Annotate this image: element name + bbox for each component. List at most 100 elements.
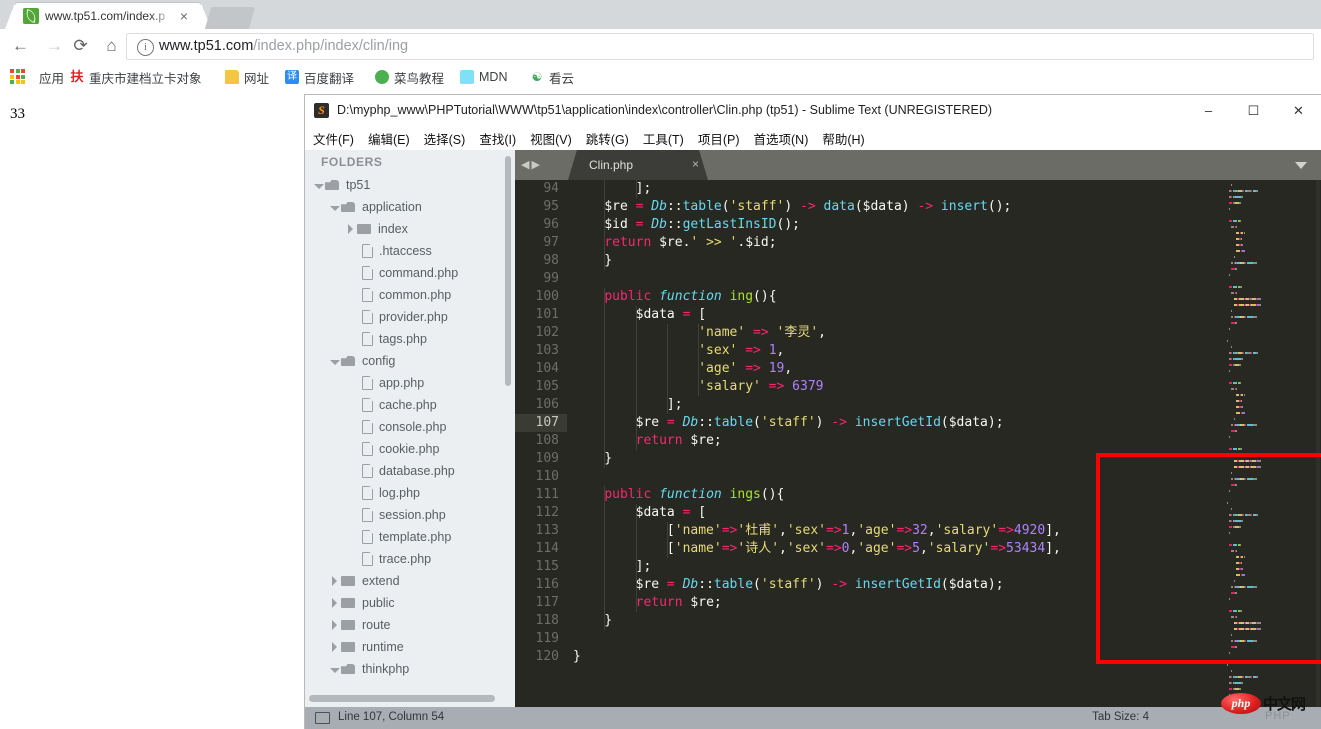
- bookmark-fu[interactable]: 扶重庆市建档立卡对象: [70, 62, 202, 92]
- menu-item-8[interactable]: 首选项(N): [754, 129, 809, 148]
- bookmark-apps[interactable]: 应用: [34, 62, 64, 92]
- chevron-right-icon[interactable]: [329, 597, 340, 609]
- close-icon[interactable]: ✕: [1276, 95, 1321, 126]
- chevron-right-icon[interactable]: [329, 575, 340, 587]
- code-line-96[interactable]: 96 $id = Db::getLastInsID();: [515, 216, 1321, 234]
- chevron-down-icon[interactable]: [1295, 162, 1307, 169]
- code-line-97[interactable]: 97 return $re.' >> '.$id;: [515, 234, 1321, 252]
- menu-item-6[interactable]: 工具(T): [643, 129, 684, 148]
- code-line-95[interactable]: 95 $re = Db::table('staff') -> data($dat…: [515, 198, 1321, 216]
- chevron-down-icon[interactable]: [329, 202, 340, 213]
- sidebar-horizontal-scrollbar[interactable]: [309, 695, 495, 702]
- sidebar-item-command-php[interactable]: command.php: [305, 262, 515, 284]
- chevron-right-icon[interactable]: [329, 641, 340, 653]
- code-line-104[interactable]: 104 'age' => 19,: [515, 360, 1321, 378]
- code-line-100[interactable]: 100 public function ing(){: [515, 288, 1321, 306]
- sidebar-item-route[interactable]: route: [305, 614, 515, 636]
- code-line-114[interactable]: 114 ['name'=>'诗人','sex'=>0,'age'=>5,'sal…: [515, 540, 1321, 558]
- menu-item-4[interactable]: 视图(V): [530, 129, 572, 148]
- home-icon[interactable]: ⌂: [95, 29, 128, 62]
- bookmark-runoob[interactable]: 菜鸟教程: [375, 62, 444, 92]
- menu-item-0[interactable]: 文件(F): [313, 129, 354, 148]
- sidebar-item-app-php[interactable]: app.php: [305, 372, 515, 394]
- address-bar[interactable]: i www.tp51.com/index.php/index/clin/ing: [126, 33, 1314, 60]
- sidebar-item-extend[interactable]: extend: [305, 570, 515, 592]
- code-lines[interactable]: 94 ]; 95 $re = Db::table('staff') -> data…: [515, 180, 1321, 666]
- sidebar-item-public[interactable]: public: [305, 592, 515, 614]
- code-line-116[interactable]: 116 $re = Db::table('staff') -> insertGe…: [515, 576, 1321, 594]
- page-info-icon[interactable]: i: [137, 39, 154, 56]
- code-line-112[interactable]: 112 $data = [: [515, 504, 1321, 522]
- code-line-94[interactable]: 94 ];: [515, 180, 1321, 198]
- sidebar-item-tp51[interactable]: tp51: [305, 174, 515, 196]
- minimap[interactable]: [1225, 180, 1321, 707]
- code-line-108[interactable]: 108 return $re;: [515, 432, 1321, 450]
- bookmark-baidu-translate[interactable]: 译百度翻译: [285, 62, 354, 92]
- chevron-down-icon[interactable]: [329, 356, 340, 367]
- sidebar-item-cookie-php[interactable]: cookie.php: [305, 438, 515, 460]
- code-area[interactable]: 94 ]; 95 $re = Db::table('staff') -> data…: [515, 180, 1321, 707]
- sidebar-item-application[interactable]: application: [305, 196, 515, 218]
- menu-item-1[interactable]: 编辑(E): [368, 129, 410, 148]
- sidebar-item-index[interactable]: index: [305, 218, 515, 240]
- sidebar-item-database-php[interactable]: database.php: [305, 460, 515, 482]
- code-line-105[interactable]: 105 'salary' => 6379: [515, 378, 1321, 396]
- sidebar-item-session-php[interactable]: session.php: [305, 504, 515, 526]
- code-line-103[interactable]: 103 'sex' => 1,: [515, 342, 1321, 360]
- sidebar-item-common-php[interactable]: common.php: [305, 284, 515, 306]
- sidebar-item-log-php[interactable]: log.php: [305, 482, 515, 504]
- tab-size-indicator[interactable]: Tab Size: 4: [1092, 711, 1149, 723]
- minimap-line: [1229, 202, 1233, 204]
- reload-icon[interactable]: ⟳: [64, 29, 97, 62]
- sidebar-item-trace-php[interactable]: trace.php: [305, 548, 515, 570]
- menu-item-9[interactable]: 帮助(H): [822, 129, 864, 148]
- bookmark-kanyun[interactable]: ☯ 看云: [530, 62, 574, 92]
- sidebar-vertical-scrollbar[interactable]: [505, 156, 511, 386]
- bookmark-wangzhi[interactable]: 网址: [225, 62, 269, 92]
- code-line-120[interactable]: 120}: [515, 648, 1321, 666]
- sidebar-item-console-php[interactable]: console.php: [305, 416, 515, 438]
- sidebar-item-config[interactable]: config: [305, 350, 515, 372]
- code-line-98[interactable]: 98 }: [515, 252, 1321, 270]
- code-line-107[interactable]: 107 $re = Db::table('staff') -> insertGe…: [515, 414, 1321, 432]
- code-line-115[interactable]: 115 ];: [515, 558, 1321, 576]
- maximize-icon[interactable]: ☐: [1231, 95, 1276, 126]
- code-line-111[interactable]: 111 public function ings(){: [515, 486, 1321, 504]
- sidebar-item-runtime[interactable]: runtime: [305, 636, 515, 658]
- sidebar-item--htaccess[interactable]: .htaccess: [305, 240, 515, 262]
- minimap-scrollbar[interactable]: [1316, 180, 1320, 707]
- minimap-line: [1229, 436, 1231, 438]
- apps-grid-icon[interactable]: [10, 69, 25, 84]
- bookmark-mdn[interactable]: MDN: [460, 62, 507, 92]
- tab-nav-arrows-icon[interactable]: ◀▶: [521, 158, 542, 171]
- minimize-icon[interactable]: –: [1186, 95, 1231, 126]
- chevron-right-icon[interactable]: [345, 223, 356, 235]
- new-tab-button[interactable]: [204, 7, 256, 29]
- code-line-110[interactable]: 110: [515, 468, 1321, 486]
- chevron-down-icon[interactable]: [329, 664, 340, 675]
- browser-tab[interactable]: www.tp51.com/index.p ×: [5, 3, 211, 29]
- code-line-118[interactable]: 118 }: [515, 612, 1321, 630]
- code-line-106[interactable]: 106 ];: [515, 396, 1321, 414]
- chevron-right-icon[interactable]: [329, 619, 340, 631]
- code-line-119[interactable]: 119: [515, 630, 1321, 648]
- sidebar-item-provider-php[interactable]: provider.php: [305, 306, 515, 328]
- close-icon[interactable]: ×: [692, 157, 699, 171]
- code-line-101[interactable]: 101 $data = [: [515, 306, 1321, 324]
- menu-item-5[interactable]: 跳转(G): [586, 129, 629, 148]
- code-line-102[interactable]: 102 'name' => '李灵',: [515, 324, 1321, 342]
- back-icon[interactable]: ←: [4, 29, 37, 62]
- code-line-109[interactable]: 109 }: [515, 450, 1321, 468]
- sidebar-item-template-php[interactable]: template.php: [305, 526, 515, 548]
- sidebar-item-cache-php[interactable]: cache.php: [305, 394, 515, 416]
- code-line-99[interactable]: 99: [515, 270, 1321, 288]
- menu-item-3[interactable]: 查找(I): [479, 129, 516, 148]
- code-line-117[interactable]: 117 return $re;: [515, 594, 1321, 612]
- menu-item-2[interactable]: 选择(S): [424, 129, 466, 148]
- close-icon[interactable]: ×: [176, 8, 192, 24]
- sidebar-item-thinkphp[interactable]: thinkphp: [305, 658, 515, 680]
- code-line-113[interactable]: 113 ['name'=>'杜甫','sex'=>1,'age'=>32,'sa…: [515, 522, 1321, 540]
- chevron-down-icon[interactable]: [313, 180, 324, 191]
- menu-item-7[interactable]: 项目(P): [698, 129, 740, 148]
- sidebar-item-tags-php[interactable]: tags.php: [305, 328, 515, 350]
